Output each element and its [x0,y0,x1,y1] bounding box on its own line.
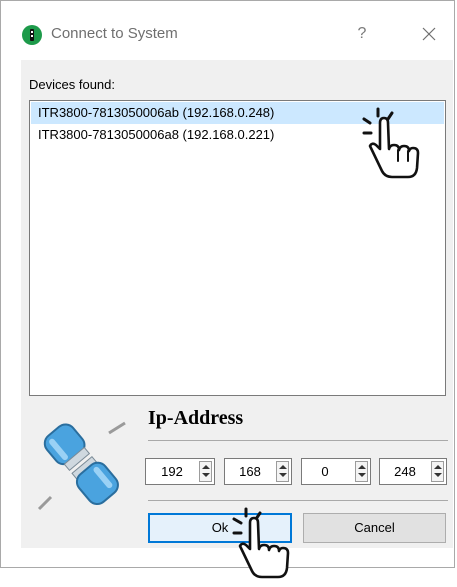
spin-down-icon[interactable] [358,473,366,477]
spin-down-icon[interactable] [434,473,442,477]
spin-up-icon[interactable] [202,465,210,469]
device-item-label: ITR3800-7813050006ab (192.168.0.248) [38,105,275,120]
spin-up-icon[interactable] [434,465,442,469]
device-item-label: ITR3800-7813050006a8 (192.168.0.221) [38,127,275,142]
spin-arrows[interactable] [276,461,289,482]
ip-octet-2-value: 168 [239,464,261,479]
spin-arrows[interactable] [355,461,368,482]
close-icon [422,27,436,41]
app-logo-icon [22,25,42,45]
close-button[interactable] [420,25,438,43]
divider [148,500,448,501]
spin-arrows[interactable] [431,461,444,482]
click-pointer-icon [232,507,290,579]
ip-octet-4-value: 248 [394,464,416,479]
spin-up-icon[interactable] [358,465,366,469]
help-button[interactable]: ? [354,23,370,45]
click-pointer-icon [362,107,420,179]
cancel-button[interactable]: Cancel [303,513,446,543]
ip-octet-2-spinbox[interactable]: 168 [224,458,292,485]
divider [148,440,448,441]
devices-found-label: Devices found: [29,77,115,92]
spin-arrows[interactable] [199,461,212,482]
window-title: Connect to System [51,25,178,42]
ip-octet-1-value: 192 [161,464,183,479]
spin-up-icon[interactable] [279,465,287,469]
ip-octet-4-spinbox[interactable]: 248 [379,458,447,485]
ip-octet-3-spinbox[interactable]: 0 [301,458,371,485]
spin-down-icon[interactable] [279,473,287,477]
title-bar: Connect to System ? [1,1,454,59]
ip-octet-1-spinbox[interactable]: 192 [145,458,215,485]
spin-down-icon[interactable] [202,473,210,477]
ip-octet-3-value: 0 [321,464,329,479]
network-connector-icon [37,421,126,511]
ip-address-heading: Ip-Address [148,407,244,429]
